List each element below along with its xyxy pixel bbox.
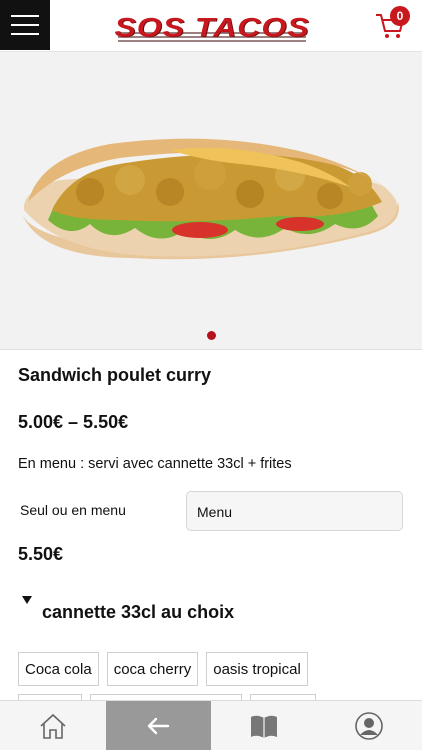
brand-logo[interactable]: SOS TACOS	[114, 6, 310, 48]
product-price-range: 5.00€ – 5.50€	[18, 412, 129, 432]
option-label: Seul ou en menu	[20, 502, 126, 518]
addon-accordion-toggle[interactable]: cannette 33cl au choix	[22, 594, 234, 623]
option-select[interactable]: Menu	[186, 491, 403, 531]
hamburger-icon[interactable]	[0, 0, 50, 50]
choice-coca-cherry[interactable]: coca cherry	[106, 652, 199, 686]
cart-count-badge: 0	[390, 6, 410, 26]
book-icon	[250, 715, 277, 738]
selected-price: 5.50€	[18, 544, 64, 564]
addon-title: cannette 33cl au choix	[42, 602, 235, 622]
user-icon	[355, 711, 384, 740]
product-description: En menu : servi avec cannette 33cl + fri…	[18, 456, 292, 472]
logo-text: SOS TACOS	[114, 11, 310, 43]
tab-home[interactable]	[0, 701, 106, 750]
expand-triangle-icon	[22, 596, 32, 604]
sandwich-poulet-curry-photo	[22, 138, 399, 260]
choice-oasis-tropical[interactable]: oasis tropical	[206, 652, 308, 686]
product-image-carousel[interactable]	[0, 52, 422, 350]
home-icon	[40, 713, 66, 739]
tab-account[interactable]	[317, 701, 422, 750]
app-header: SOS TACOS 0	[0, 0, 422, 52]
tab-catalog[interactable]	[211, 701, 317, 750]
bottom-tab-bar	[0, 700, 422, 750]
cart-button[interactable]: 0	[374, 6, 410, 42]
back-arrow-icon	[148, 717, 170, 734]
tab-back[interactable]	[105, 701, 211, 750]
product-title: Sandwich poulet curry	[18, 365, 212, 385]
addon-choices: Coca cola coca cherry oasis tropical	[18, 652, 308, 686]
choice-coca-cola[interactable]: Coca cola	[18, 652, 99, 686]
carousel-indicator-active[interactable]	[207, 331, 216, 340]
